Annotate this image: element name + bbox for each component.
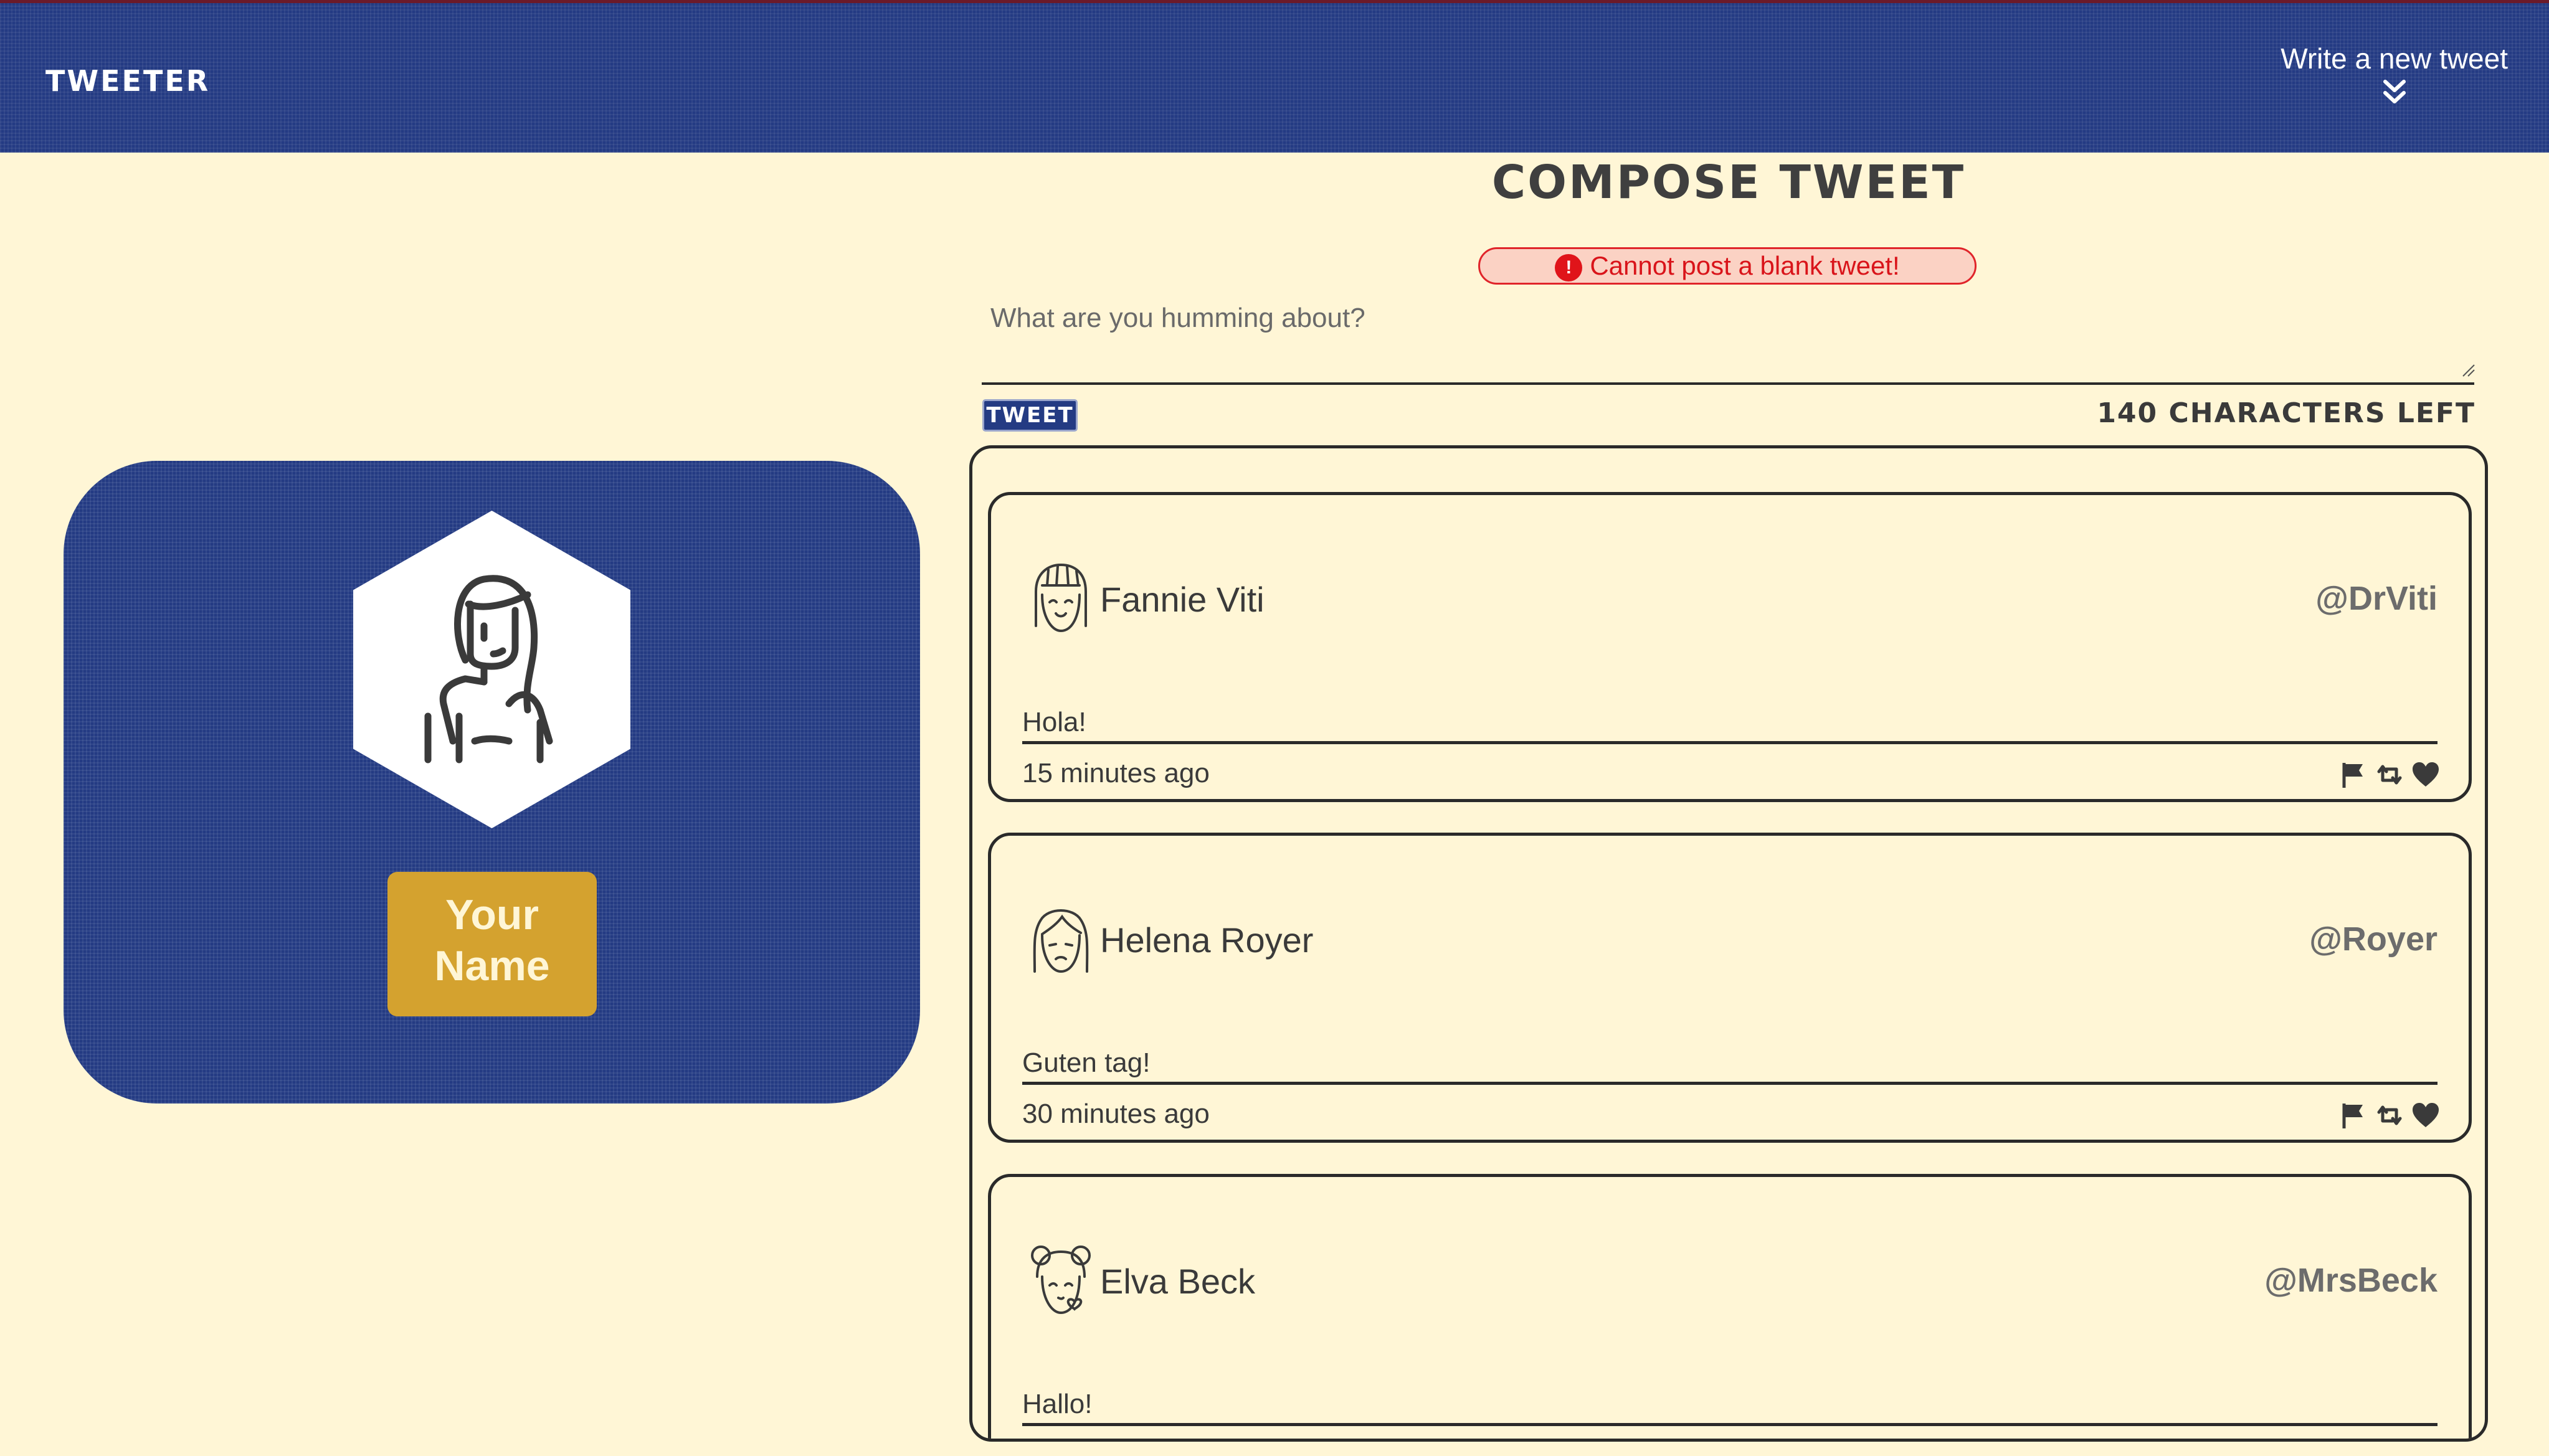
tweet-text-input[interactable]	[982, 293, 2474, 385]
tweet-content: Hola!	[1022, 707, 2437, 744]
tweet-timestamp: 15 minutes ago	[1022, 758, 1210, 788]
profile-avatar-hexagon	[353, 511, 630, 828]
tweet-card: Elva Beck @MrsBeck Hallo!	[988, 1174, 2472, 1439]
tweet-content: Hallo!	[1022, 1389, 2437, 1426]
write-new-tweet-label[interactable]: Write a new tweet	[2281, 42, 2508, 75]
heart-icon[interactable]	[2410, 759, 2441, 790]
tweet-author-handle[interactable]: @Royer	[2309, 920, 2437, 958]
tweet-author-handle[interactable]: @DrViti	[2315, 579, 2437, 618]
girl-buns-avatar-icon	[1031, 1246, 1091, 1315]
retweet-icon[interactable]	[2374, 1100, 2405, 1131]
top-nav: TWEETER Write a new tweet	[0, 0, 2549, 153]
resize-handle-icon[interactable]	[2461, 362, 2475, 377]
compose-title: COMPOSE TWEET	[1491, 156, 1966, 209]
tweet-submit-button[interactable]: TWEET	[982, 399, 1078, 432]
flag-icon[interactable]	[2338, 1100, 2369, 1131]
heart-icon[interactable]	[2410, 1100, 2441, 1131]
profile-card: Your Name	[64, 461, 920, 1104]
tweet-author-name: Fannie Viti	[1100, 580, 1265, 619]
tweet-author-handle[interactable]: @MrsBeck	[2264, 1261, 2437, 1300]
alert-icon: !	[1555, 254, 1583, 281]
error-message: ! Cannot post a blank tweet!	[1478, 247, 1977, 285]
brand-logo[interactable]: TWEETER	[45, 64, 210, 98]
tweet-author-name: Helena Royer	[1100, 920, 1314, 960]
tweet-card: Helena Royer @Royer Guten tag! 30 minute…	[988, 833, 2472, 1143]
tweet-card: Fannie Viti @DrViti Hola! 15 minutes ago	[988, 492, 2472, 802]
tweet-feed[interactable]: Fannie Viti @DrViti Hola! 15 minutes ago…	[969, 445, 2488, 1442]
error-text: Cannot post a blank tweet!	[1590, 251, 1900, 280]
tweet-actions	[2338, 759, 2441, 790]
double-chevron-down-icon[interactable]	[2380, 78, 2409, 105]
tweet-timestamp: 30 minutes ago	[1022, 1099, 1210, 1129]
retweet-icon[interactable]	[2374, 759, 2405, 790]
profile-name-badge: Your Name	[387, 872, 597, 1016]
profile-name-line2: Name	[434, 942, 550, 990]
character-counter: 140 CHARACTERS LEFT	[2097, 397, 2475, 429]
flag-icon[interactable]	[2338, 759, 2369, 790]
tweet-content: Guten tag!	[1022, 1047, 2437, 1085]
profile-name-line1: Your	[445, 891, 539, 938]
tweet-actions	[2338, 1100, 2441, 1131]
girl-frown-avatar-icon	[1033, 909, 1089, 973]
tweet-author-name: Elva Beck	[1100, 1262, 1255, 1301]
woman-avatar-icon	[424, 575, 553, 763]
write-new-tweet-toggle[interactable]: Write a new tweet	[2281, 42, 2508, 105]
girl-bangs-avatar-icon	[1035, 563, 1087, 633]
